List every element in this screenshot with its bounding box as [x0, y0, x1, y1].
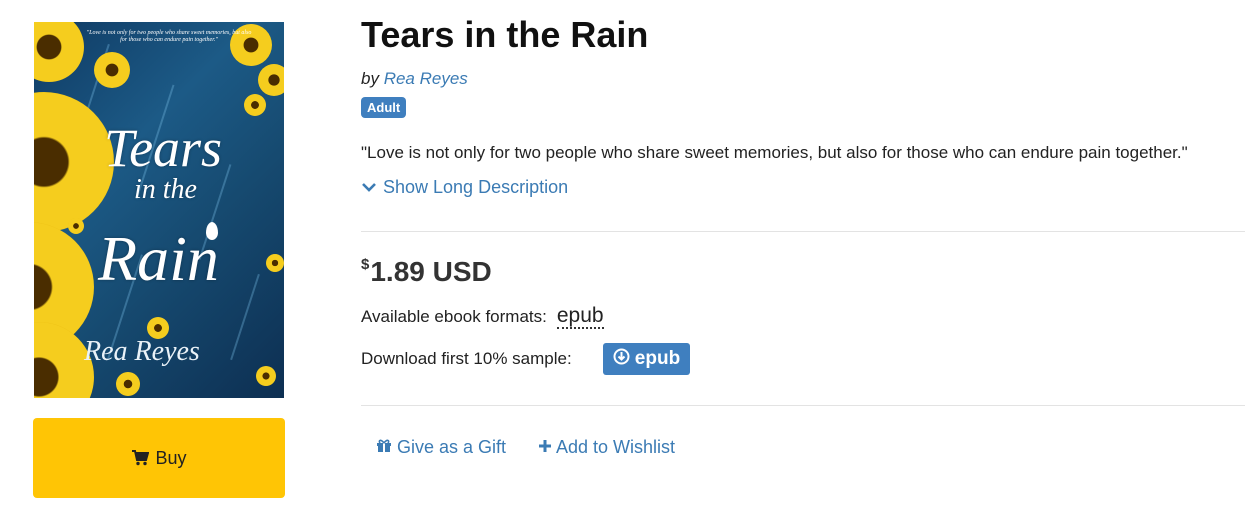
byline: by Rea Reyes — [361, 69, 468, 89]
divider — [361, 231, 1245, 232]
short-description: "Love is not only for two people who sha… — [361, 143, 1188, 162]
currency-symbol: $ — [361, 256, 370, 273]
plus-icon — [538, 437, 552, 458]
raindrop-icon — [206, 222, 218, 240]
price: $1.89 USD — [361, 256, 492, 288]
sample-label: Download first 10% sample: — [361, 349, 572, 368]
chevron-down-icon — [361, 177, 377, 198]
gift-icon — [376, 437, 392, 458]
shopping-cart-icon — [131, 450, 150, 466]
show-long-description-link[interactable]: Show Long Description — [361, 177, 568, 198]
cover-title-line-3: Rain — [98, 223, 219, 294]
add-to-wishlist-link[interactable]: Add to Wishlist — [538, 437, 675, 458]
download-sample-label: epub — [634, 348, 681, 369]
give-as-gift-label: Give as a Gift — [397, 437, 507, 457]
available-formats: Available ebook formats: epub — [361, 305, 604, 329]
book-cover-image: "Love is not only for two people who sha… — [34, 22, 284, 398]
cover-title-line-2: in the — [134, 174, 197, 205]
cover-quote: "Love is not only for two people who sha… — [86, 30, 252, 43]
author-link[interactable]: Rea Reyes — [384, 69, 468, 88]
audience-badge: Adult — [361, 97, 407, 118]
download-circle-icon — [613, 348, 630, 371]
cover-author: Rea Reyes — [84, 336, 200, 367]
give-as-gift-link[interactable]: Give as a Gift — [376, 437, 506, 458]
book-title: Tears in the Rain — [361, 14, 649, 55]
formats-label: Available ebook formats: — [361, 307, 547, 326]
buy-button-label: Buy — [155, 447, 187, 468]
download-sample-epub-button[interactable]: epub — [603, 343, 690, 375]
format-epub[interactable]: epub — [556, 305, 604, 329]
divider — [361, 405, 1245, 406]
by-prefix: by — [361, 69, 379, 88]
show-long-description-label: Show Long Description — [383, 177, 569, 197]
buy-button[interactable]: Buy — [33, 418, 285, 498]
add-to-wishlist-label: Add to Wishlist — [556, 437, 676, 457]
cover-title-line-1: Tears — [104, 118, 223, 178]
price-value: 1.89 USD — [370, 256, 492, 287]
